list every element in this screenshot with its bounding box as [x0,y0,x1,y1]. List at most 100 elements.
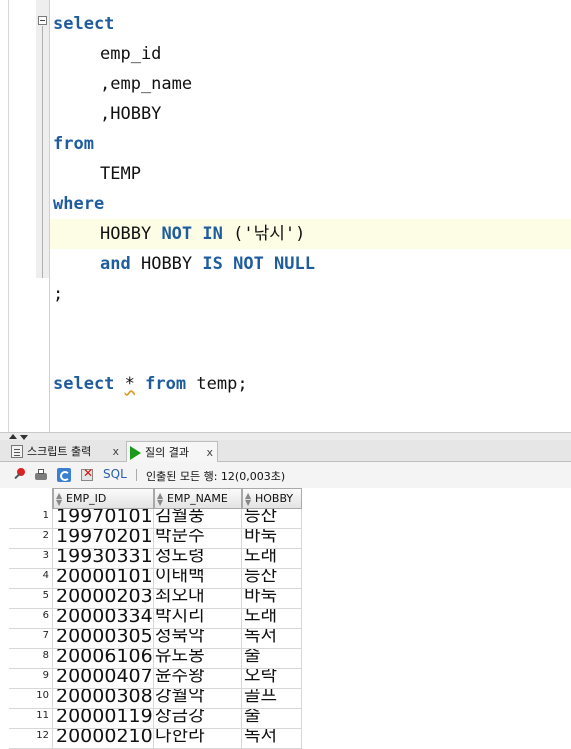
table-row[interactable]: 4 20000101 이태백 등산 [9,569,302,589]
emp-id-cell[interactable]: 19970101 [53,509,154,529]
code-line: HOBBY NOT IN ('낚시') [100,219,305,249]
toolbar-separator [136,469,137,481]
table-row[interactable]: 6 20000334 박지리 노래 [9,609,302,629]
print-icon[interactable] [34,468,48,482]
emp-name-cell[interactable]: 김월풍 [154,509,242,529]
tab-script-output[interactable]: 스크립트 출력 x [9,441,123,462]
close-tab-icon[interactable]: x [112,441,119,462]
row-number-cell[interactable]: 1 [9,509,53,529]
emp-id-cell[interactable]: 20006106 [53,649,154,669]
cancel-icon[interactable] [80,466,94,482]
row-number-cell[interactable]: 4 [9,569,53,589]
emp-name-cell[interactable]: 강월악 [154,689,242,709]
row-number-cell[interactable]: 11 [9,709,53,729]
hobby-cell[interactable]: 바둑 [242,589,302,609]
panel-splitter[interactable] [0,432,571,440]
emp-name-cell[interactable]: 이태백 [154,569,242,589]
table-row[interactable]: 3 19930331 정도령 노래 [9,549,302,569]
row-number-cell[interactable]: 8 [9,649,53,669]
row-number-cell[interactable]: 6 [9,609,53,629]
emp-name-cell[interactable]: 윤주왕 [154,669,242,689]
hobby-cell[interactable]: 술 [242,649,302,669]
code-line: select * from temp; [53,369,248,399]
hobby-cell[interactable]: 노래 [242,549,302,569]
sql-keyword: IS NOT NULL [202,254,315,274]
row-number-cell[interactable]: 7 [9,629,53,649]
emp-id-cell[interactable]: 20000119 [53,709,154,729]
hobby-cell[interactable]: 독서 [242,729,302,749]
sql-identifier: emp_id [100,44,162,64]
code-line: select [53,9,114,39]
sql-paren: ) [295,224,306,244]
code-line: ,HOBBY [100,99,161,129]
emp-id-cell[interactable]: 20000210 [53,729,154,749]
table-row[interactable]: 10 20000308 강월악 골프 [9,689,302,709]
sql-button[interactable]: SQL [103,467,127,481]
table-row[interactable]: 11 20000119 장금강 술 [9,709,302,729]
emp-name-cell[interactable]: 정도령 [154,549,242,569]
code-line: where [53,189,104,219]
table-row[interactable]: 8 20006106 유도봉 술 [9,649,302,669]
hobby-cell[interactable]: 등산 [242,509,302,529]
script-output-icon [11,445,23,458]
hobby-cell[interactable]: 술 [242,709,302,729]
emp-name-cell[interactable]: 박문수 [154,529,242,549]
emp-id-cell[interactable]: 20000203 [53,589,154,609]
column-header-hobby[interactable]: ▲ ▼ HOBBY [242,488,302,509]
emp-name-cell[interactable]: 나한라 [154,729,242,749]
emp-id-cell[interactable]: 20000407 [53,669,154,689]
hobby-cell[interactable]: 바둑 [242,529,302,549]
sql-terminator: ; [53,284,64,304]
row-number-cell[interactable]: 2 [9,529,53,549]
emp-id-cell[interactable]: 19970201 [53,529,154,549]
sql-identifier: ,emp_name [100,74,193,94]
row-number-cell[interactable]: 9 [9,669,53,689]
hobby-cell[interactable]: 노래 [242,609,302,629]
emp-name-cell[interactable]: 장금강 [154,709,242,729]
hobby-cell[interactable]: 오락 [242,669,302,689]
pin-icon[interactable] [12,468,26,482]
row-number-cell[interactable]: 12 [9,729,53,749]
sql-identifier: HOBBY [100,224,152,244]
emp-id-cell[interactable]: 20000334 [53,609,154,629]
row-number-cell[interactable]: 3 [9,549,53,569]
editor-left-border [0,0,9,432]
sql-keyword: from [53,134,94,154]
row-number-cell[interactable]: 5 [9,589,53,609]
sql-paren: ( [233,224,244,244]
emp-name-cell[interactable]: 최오대 [154,589,242,609]
emp-id-cell[interactable]: 19930331 [53,549,154,569]
column-header-label: HOBBY [255,492,294,505]
hobby-cell[interactable]: 독서 [242,629,302,649]
table-row[interactable]: 5 20000203 최오대 바둑 [9,589,302,609]
table-row[interactable]: 12 20000210 나한라 독서 [9,729,302,749]
refresh-icon[interactable] [57,468,71,482]
hobby-cell[interactable]: 등산 [242,569,302,589]
tab-query-result[interactable]: 질의 결과 x [126,441,218,462]
hobby-cell[interactable]: 골프 [242,689,302,709]
collapse-fold-icon[interactable] [38,16,47,25]
close-tab-icon[interactable]: x [206,442,213,463]
table-row[interactable]: 1 19970101 김월풍 등산 [9,509,302,529]
column-header-emp-id[interactable]: ▲ ▼ EMP_ID [53,488,154,509]
grid-header: ▲ ▼ EMP_ID ▲ ▼ EMP_NAME ▲ ▼ HOBBY [9,488,302,509]
table-row[interactable]: 2 19970201 박문수 바둑 [9,529,302,549]
sql-keyword: where [53,194,105,214]
column-header-emp-name[interactable]: ▲ ▼ EMP_NAME [154,488,242,509]
emp-id-cell[interactable]: 20000308 [53,689,154,709]
emp-id-cell[interactable]: 20000305 [53,629,154,649]
emp-name-cell[interactable]: 정북악 [154,629,242,649]
row-number-cell[interactable]: 10 [9,689,53,709]
sql-keyword: select [53,14,115,34]
emp-id-cell[interactable]: 20000101 [53,569,154,589]
maximize-arrow-icon[interactable] [9,434,17,439]
result-toolbar: SQL 인출된 모든 행: 12(0,003초) [0,462,571,488]
table-row[interactable]: 7 20000305 정북악 독서 [9,629,302,649]
table-row[interactable]: 9 20000407 윤주왕 오락 [9,669,302,689]
sql-identifier: ,HOBBY [100,104,162,124]
emp-name-cell[interactable]: 유도봉 [154,649,242,669]
result-grid[interactable]: ▲ ▼ EMP_ID ▲ ▼ EMP_NAME ▲ ▼ HOBBY 1 19970101 김월풍… [9,488,571,749]
sql-editor[interactable]: select emp_id ,emp_name ,HOBBY from TEMP… [0,0,571,432]
emp-name-cell[interactable]: 박지리 [154,609,242,629]
code-line: TEMP [100,159,141,189]
